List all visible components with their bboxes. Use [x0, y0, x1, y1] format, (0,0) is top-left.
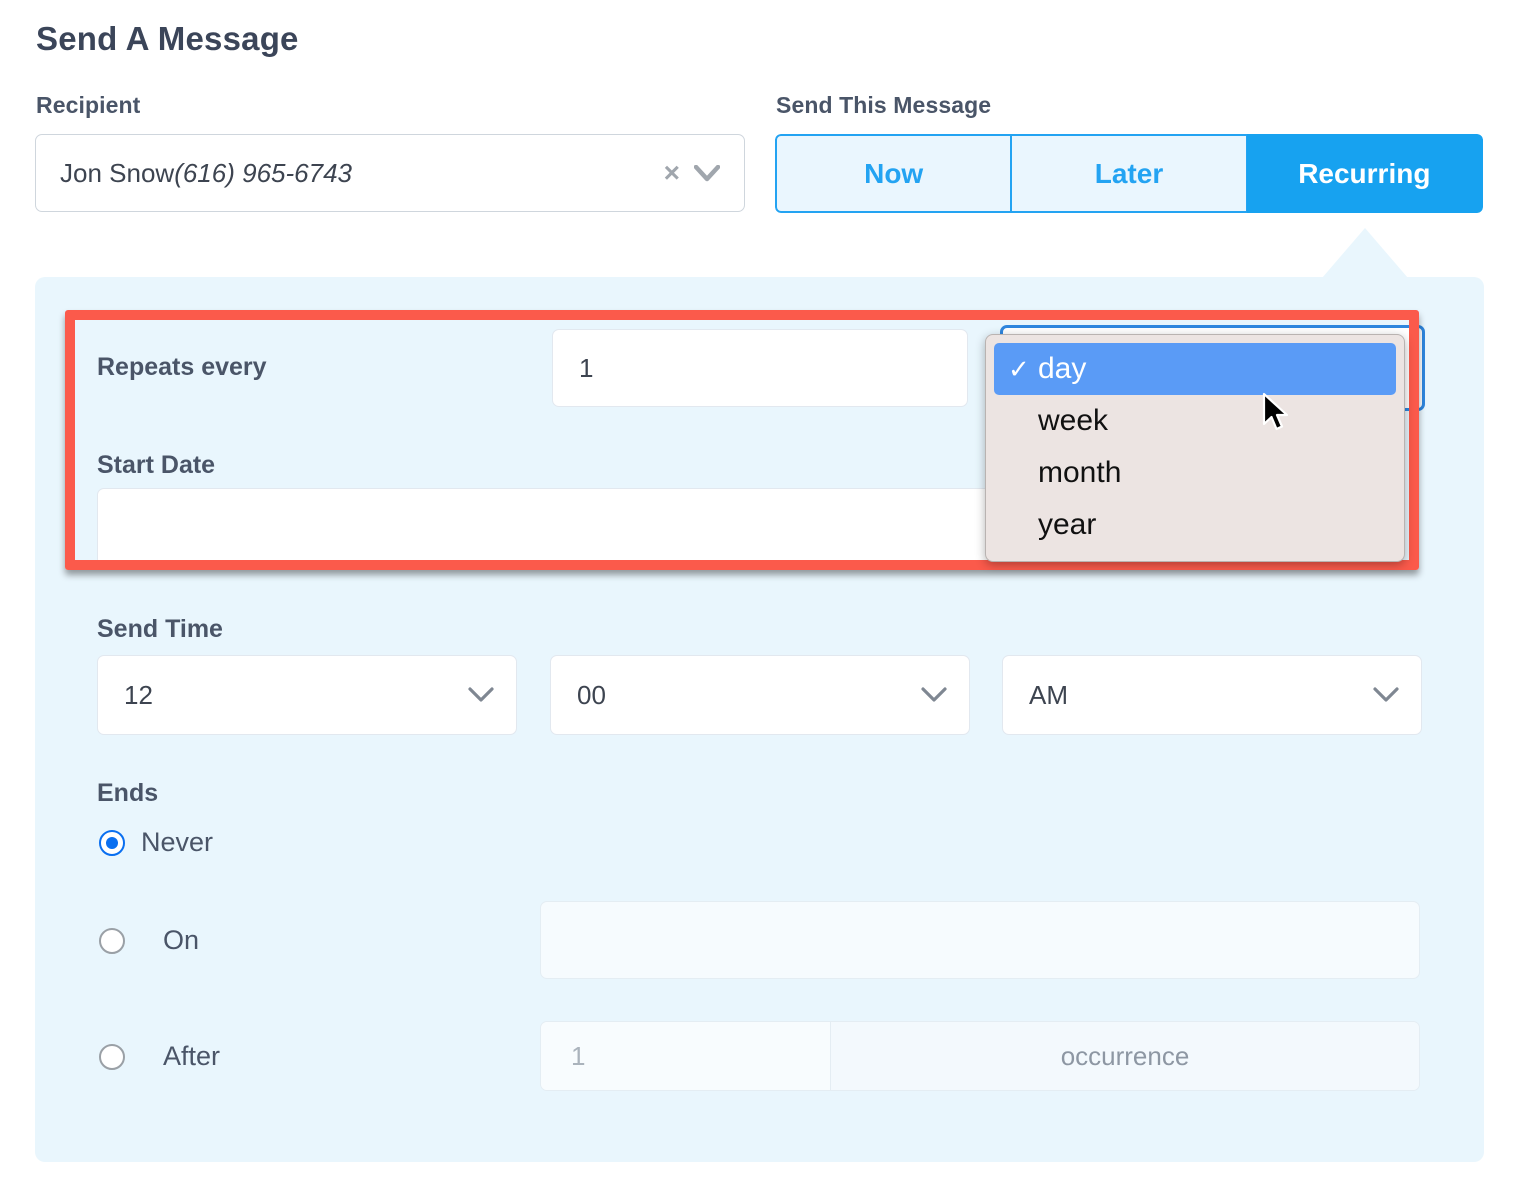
ends-option-on[interactable]: On: [99, 925, 199, 956]
repeat-unit-dropdown-menu: ✓ day ✓ week ✓ month ✓ year: [985, 334, 1405, 562]
send-time-minute-value: 00: [577, 679, 606, 710]
send-time-hour-select[interactable]: 12: [97, 655, 517, 735]
recipient-value: Jon Snow(616) 965-6743: [60, 158, 664, 189]
ends-after-group: 1 occurrence: [540, 1021, 1420, 1091]
ends-option-never[interactable]: Never: [99, 827, 213, 858]
start-date-label: Start Date: [97, 451, 216, 479]
ends-option-after[interactable]: After: [99, 1041, 220, 1072]
recipient-phone: (616) 965-6743: [174, 157, 352, 188]
ends-option-after-label: After: [163, 1041, 221, 1071]
chevron-down-icon: [1373, 687, 1399, 703]
check-icon: ✓: [1008, 458, 1038, 489]
radio-after[interactable]: [99, 1043, 125, 1070]
send-timing-tabs: Now Later Recurring: [775, 134, 1483, 213]
repeat-interval-input[interactable]: 1: [552, 329, 968, 407]
dropdown-option-label: week: [1038, 404, 1109, 437]
ends-option-never-label: Never: [141, 827, 214, 857]
tab-now[interactable]: Now: [775, 134, 1012, 213]
ends-label: Ends: [97, 779, 159, 807]
dropdown-option-year[interactable]: ✓ year: [994, 499, 1396, 551]
ends-after-unit-label: occurrence: [831, 1022, 1419, 1090]
dropdown-option-label: day: [1038, 352, 1087, 385]
send-time-hour-value: 12: [124, 679, 153, 710]
recipient-name: Jon Snow: [60, 157, 175, 188]
ends-on-date-input[interactable]: [540, 901, 1420, 979]
ends-option-on-label: On: [163, 925, 200, 955]
send-time-meridiem-value: AM: [1029, 679, 1068, 710]
ends-after-count-input[interactable]: 1: [541, 1022, 831, 1090]
dropdown-option-label: year: [1038, 508, 1097, 541]
send-time-meridiem-select[interactable]: AM: [1002, 655, 1422, 735]
check-icon: ✓: [1008, 510, 1038, 541]
check-icon: ✓: [1008, 353, 1030, 384]
chevron-down-icon: [921, 687, 947, 703]
send-message-screen: Send A Message Recipient Jon Snow(616) 9…: [0, 0, 1518, 1198]
close-icon[interactable]: ×: [664, 159, 680, 187]
recipient-combo-icons: ×: [664, 159, 730, 187]
send-time-label: Send Time: [97, 615, 223, 643]
dropdown-option-week[interactable]: ✓ week: [994, 395, 1396, 447]
page-title: Send A Message: [36, 20, 299, 57]
send-time-minute-select[interactable]: 00: [550, 655, 970, 735]
dropdown-option-label: month: [1038, 456, 1122, 489]
radio-on[interactable]: [99, 927, 125, 954]
tab-later[interactable]: Later: [1011, 134, 1247, 213]
recipient-combobox[interactable]: Jon Snow(616) 965-6743 ×: [35, 134, 745, 212]
radio-never[interactable]: [99, 829, 125, 856]
check-icon: ✓: [1008, 406, 1038, 437]
chevron-down-icon: [468, 687, 494, 703]
repeats-every-label: Repeats every: [97, 353, 267, 381]
tab-recurring[interactable]: Recurring: [1246, 134, 1483, 213]
send-this-message-label: Send This Message: [776, 92, 992, 118]
dropdown-option-month[interactable]: ✓ month: [994, 447, 1396, 499]
chevron-down-icon[interactable]: [694, 164, 720, 182]
dropdown-option-day[interactable]: ✓ day: [994, 343, 1396, 395]
recipient-label: Recipient: [36, 92, 141, 118]
panel-pointer-arrow: [1322, 228, 1408, 278]
